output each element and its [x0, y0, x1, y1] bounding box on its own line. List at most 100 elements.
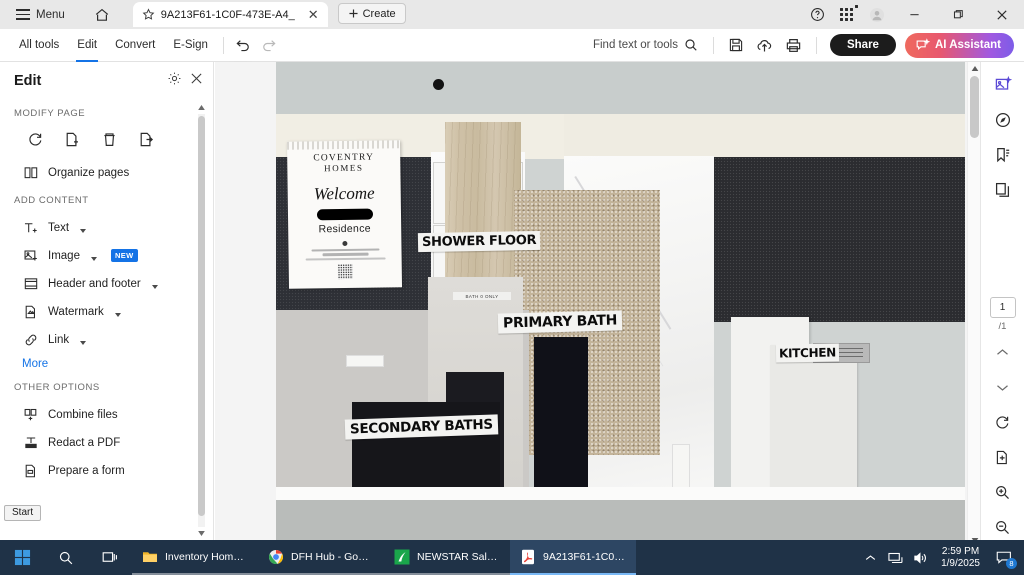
save-icon: [729, 38, 743, 52]
link-item[interactable]: Link: [0, 326, 207, 353]
tab-all-tools[interactable]: All tools: [10, 34, 68, 56]
windows-start-icon: [14, 549, 30, 566]
panel-close-button[interactable]: [190, 72, 203, 90]
pdf-page[interactable]: COVENTRY HOMES Welcome Residence BATH 0 …: [276, 62, 965, 547]
home-icon: [95, 8, 108, 21]
prepare-form-item[interactable]: Prepare a form: [0, 457, 207, 484]
taskbar-item-inventory-homes[interactable]: Inventory Homes - ...: [132, 540, 258, 575]
taskbar-item-label: 9A213F61-1C0F-47...: [543, 550, 626, 563]
restore-button[interactable]: [936, 0, 980, 29]
print-button[interactable]: [781, 33, 807, 57]
taskbar-item-label: NEWSTAR Sales Ver...: [417, 550, 500, 563]
minimize-icon: [909, 14, 919, 16]
header-footer-icon: [22, 275, 39, 292]
combine-files-item[interactable]: Combine files: [0, 401, 207, 428]
redo-icon: [263, 40, 276, 52]
bookmark-button[interactable]: [988, 140, 1018, 170]
clock[interactable]: 2:59 PM 1/9/2025: [934, 540, 987, 575]
volume-button[interactable]: [909, 540, 932, 575]
taskbar-search-icon: [59, 551, 73, 564]
hamburger-icon: [16, 9, 30, 20]
redact-pdf-item[interactable]: Redact a PDF: [0, 429, 207, 456]
page-thumbnails-icon: [995, 182, 1009, 197]
page-thumbnails-button[interactable]: [988, 175, 1018, 205]
scroll-down-arrow[interactable]: [196, 528, 207, 539]
tab-close-icon[interactable]: ✕: [305, 7, 322, 22]
next-page-button[interactable]: [988, 372, 1018, 402]
zoom-out-button[interactable]: [988, 512, 1018, 542]
taskbar-item-acrobat-document[interactable]: 9A213F61-1C0F-47...: [510, 540, 636, 575]
document-tab[interactable]: 9A213F61-1C0F-473E-A4_ ✕: [132, 2, 328, 27]
start-button[interactable]: [0, 540, 44, 575]
apps-button[interactable]: [832, 0, 862, 29]
organize-pages-icon: [22, 164, 39, 181]
taskbar-item-newstar[interactable]: NEWSTAR Sales Ver...: [384, 540, 510, 575]
network-button[interactable]: [884, 540, 907, 575]
window-close-button[interactable]: [980, 0, 1024, 29]
edit-panel-scrollbar[interactable]: [196, 102, 207, 539]
help-button[interactable]: [802, 0, 832, 29]
edit-panel: Edit MODIFY PAGE Organize pages ADD CONT…: [0, 62, 214, 547]
chevron-down-icon[interactable]: [90, 256, 97, 261]
chevron-down-icon[interactable]: [80, 228, 87, 233]
save-button[interactable]: [723, 33, 749, 57]
extract-page-button[interactable]: [133, 126, 159, 152]
more-link[interactable]: More: [0, 354, 213, 374]
taskbar-search-button[interactable]: [44, 540, 88, 575]
redo-button[interactable]: [256, 33, 282, 57]
edit-panel-body: MODIFY PAGE Organize pages ADD CONTENT T…: [0, 100, 213, 484]
extract-page-icon: [140, 132, 153, 146]
action-center-button[interactable]: 8: [989, 540, 1019, 575]
share-button[interactable]: Share: [829, 34, 896, 56]
minimize-button[interactable]: [892, 0, 936, 29]
rotate-view-button[interactable]: [988, 407, 1018, 437]
chevron-down-icon[interactable]: [114, 312, 121, 317]
watermark-item[interactable]: Watermark: [0, 298, 207, 325]
document-viewport[interactable]: COVENTRY HOMES Welcome Residence BATH 0 …: [215, 62, 980, 547]
show-hidden-icons-button[interactable]: [859, 540, 882, 575]
create-button[interactable]: Create: [337, 3, 406, 24]
tab-esign[interactable]: E-Sign: [164, 34, 217, 56]
photo-sample-tag-left: [346, 355, 384, 367]
chevron-down-icon[interactable]: [80, 340, 87, 345]
insert-page-button[interactable]: [59, 126, 85, 152]
kitchen-label: KITCHEN: [775, 343, 840, 363]
organize-pages-item[interactable]: Organize pages: [0, 159, 207, 186]
viewport-scrollbar[interactable]: [967, 62, 980, 547]
taskbar-item-dfh-hub[interactable]: DFH Hub - Google ...: [258, 540, 384, 575]
undo-button[interactable]: [230, 33, 256, 57]
add-text-item[interactable]: Text: [0, 214, 207, 241]
ai-image-button[interactable]: [988, 70, 1018, 100]
account-button[interactable]: [862, 0, 892, 29]
cloud-upload-button[interactable]: [752, 33, 778, 57]
tab-edit[interactable]: Edit: [68, 34, 106, 62]
ai-assistant-button[interactable]: AI Assistant: [904, 32, 1014, 58]
discover-button[interactable]: [988, 105, 1018, 135]
home-button[interactable]: [87, 3, 117, 27]
panel-settings-button[interactable]: [167, 71, 182, 91]
viewport-scroll-up[interactable]: [968, 62, 980, 75]
previous-page-button[interactable]: [988, 337, 1018, 367]
acrobat-icon: [522, 549, 534, 564]
fit-page-button[interactable]: [988, 442, 1018, 472]
chevron-down-icon[interactable]: [151, 284, 158, 289]
watermark-icon: [22, 303, 39, 320]
star-icon[interactable]: [142, 8, 155, 21]
photo-cream-band-right: [564, 114, 965, 159]
scrollbar-thumb[interactable]: [198, 116, 205, 516]
page-number-input[interactable]: 1: [989, 297, 1016, 318]
tab-convert[interactable]: Convert: [106, 34, 164, 56]
photo-white-front-sample: [770, 345, 857, 498]
page-total-label: /1: [998, 321, 1007, 332]
delete-page-button[interactable]: [96, 126, 122, 152]
menu-button[interactable]: Menu: [8, 5, 73, 25]
viewport-scrollbar-thumb[interactable]: [970, 76, 979, 138]
rotate-page-button[interactable]: [22, 126, 48, 152]
find-button[interactable]: Find text or tools: [587, 35, 704, 55]
scroll-up-arrow[interactable]: [196, 102, 207, 113]
header-footer-item[interactable]: Header and footer: [0, 270, 207, 297]
zoom-in-button[interactable]: [988, 477, 1018, 507]
add-image-item[interactable]: Image NEW: [0, 242, 207, 269]
toolbar-divider-3: [815, 36, 817, 54]
task-view-button[interactable]: [88, 540, 132, 575]
